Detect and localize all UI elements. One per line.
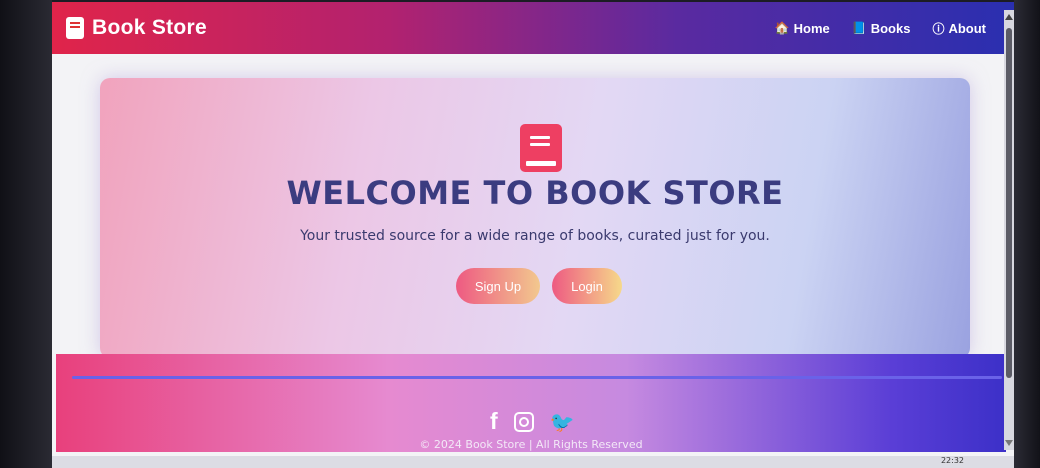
nav-about-label: About [948,20,986,36]
nav-home-label: Home [793,20,830,36]
login-button[interactable]: Login [552,268,622,304]
monitor-bezel-right [1014,0,1040,468]
nav-about[interactable]: ⓘ About [932,20,986,37]
info-icon: ⓘ [932,21,945,36]
copyright-text: © 2024 Book Store | All Rights Reserved [419,438,643,451]
footer-divider [72,376,1002,379]
taskbar: 22:32 [52,456,1014,468]
navbar: Book Store 🏠 Home 📘 Books ⓘ About [52,2,1014,54]
hero-title: WELCOME TO BOOK STORE [286,174,784,212]
nav-home[interactable]: 🏠 Home [775,21,830,36]
nav-books[interactable]: 📘 Books [852,21,911,36]
footer: f 🐦 © 2024 Book Store | All Rights Reser… [56,354,1006,452]
monitor-bezel-left [0,0,52,468]
hero-card: WELCOME TO BOOK STORE Your trusted sourc… [100,78,970,358]
instagram-icon[interactable] [513,411,534,432]
scroll-up-arrow[interactable] [1005,14,1013,20]
signup-button[interactable]: Sign Up [456,268,540,304]
scroll-down-arrow[interactable] [1005,440,1013,446]
scroll-thumb[interactable] [1006,28,1012,378]
page-scrollbar[interactable] [1004,10,1014,450]
nav-books-label: Books [870,20,911,36]
brand-logo[interactable]: Book Store [66,16,207,40]
facebook-icon[interactable]: f [490,408,498,435]
hero-buttons: Sign Up Login [456,268,622,304]
nav-links: 🏠 Home 📘 Books ⓘ About [775,2,986,54]
home-icon: 🏠 [774,21,790,35]
brand-name: Book Store [92,16,208,39]
social-links: f 🐦 [490,408,575,435]
book-icon: 📘 [851,21,867,35]
twitter-icon[interactable]: 🐦 [550,410,575,434]
book-icon [66,17,84,39]
hero-subtitle: Your trusted source for a wide range of … [300,228,770,244]
book-icon [520,124,562,172]
browser-viewport: Book Store 🏠 Home 📘 Books ⓘ About WELCOM… [52,2,1014,456]
taskbar-clock: 22:32 [940,456,964,465]
